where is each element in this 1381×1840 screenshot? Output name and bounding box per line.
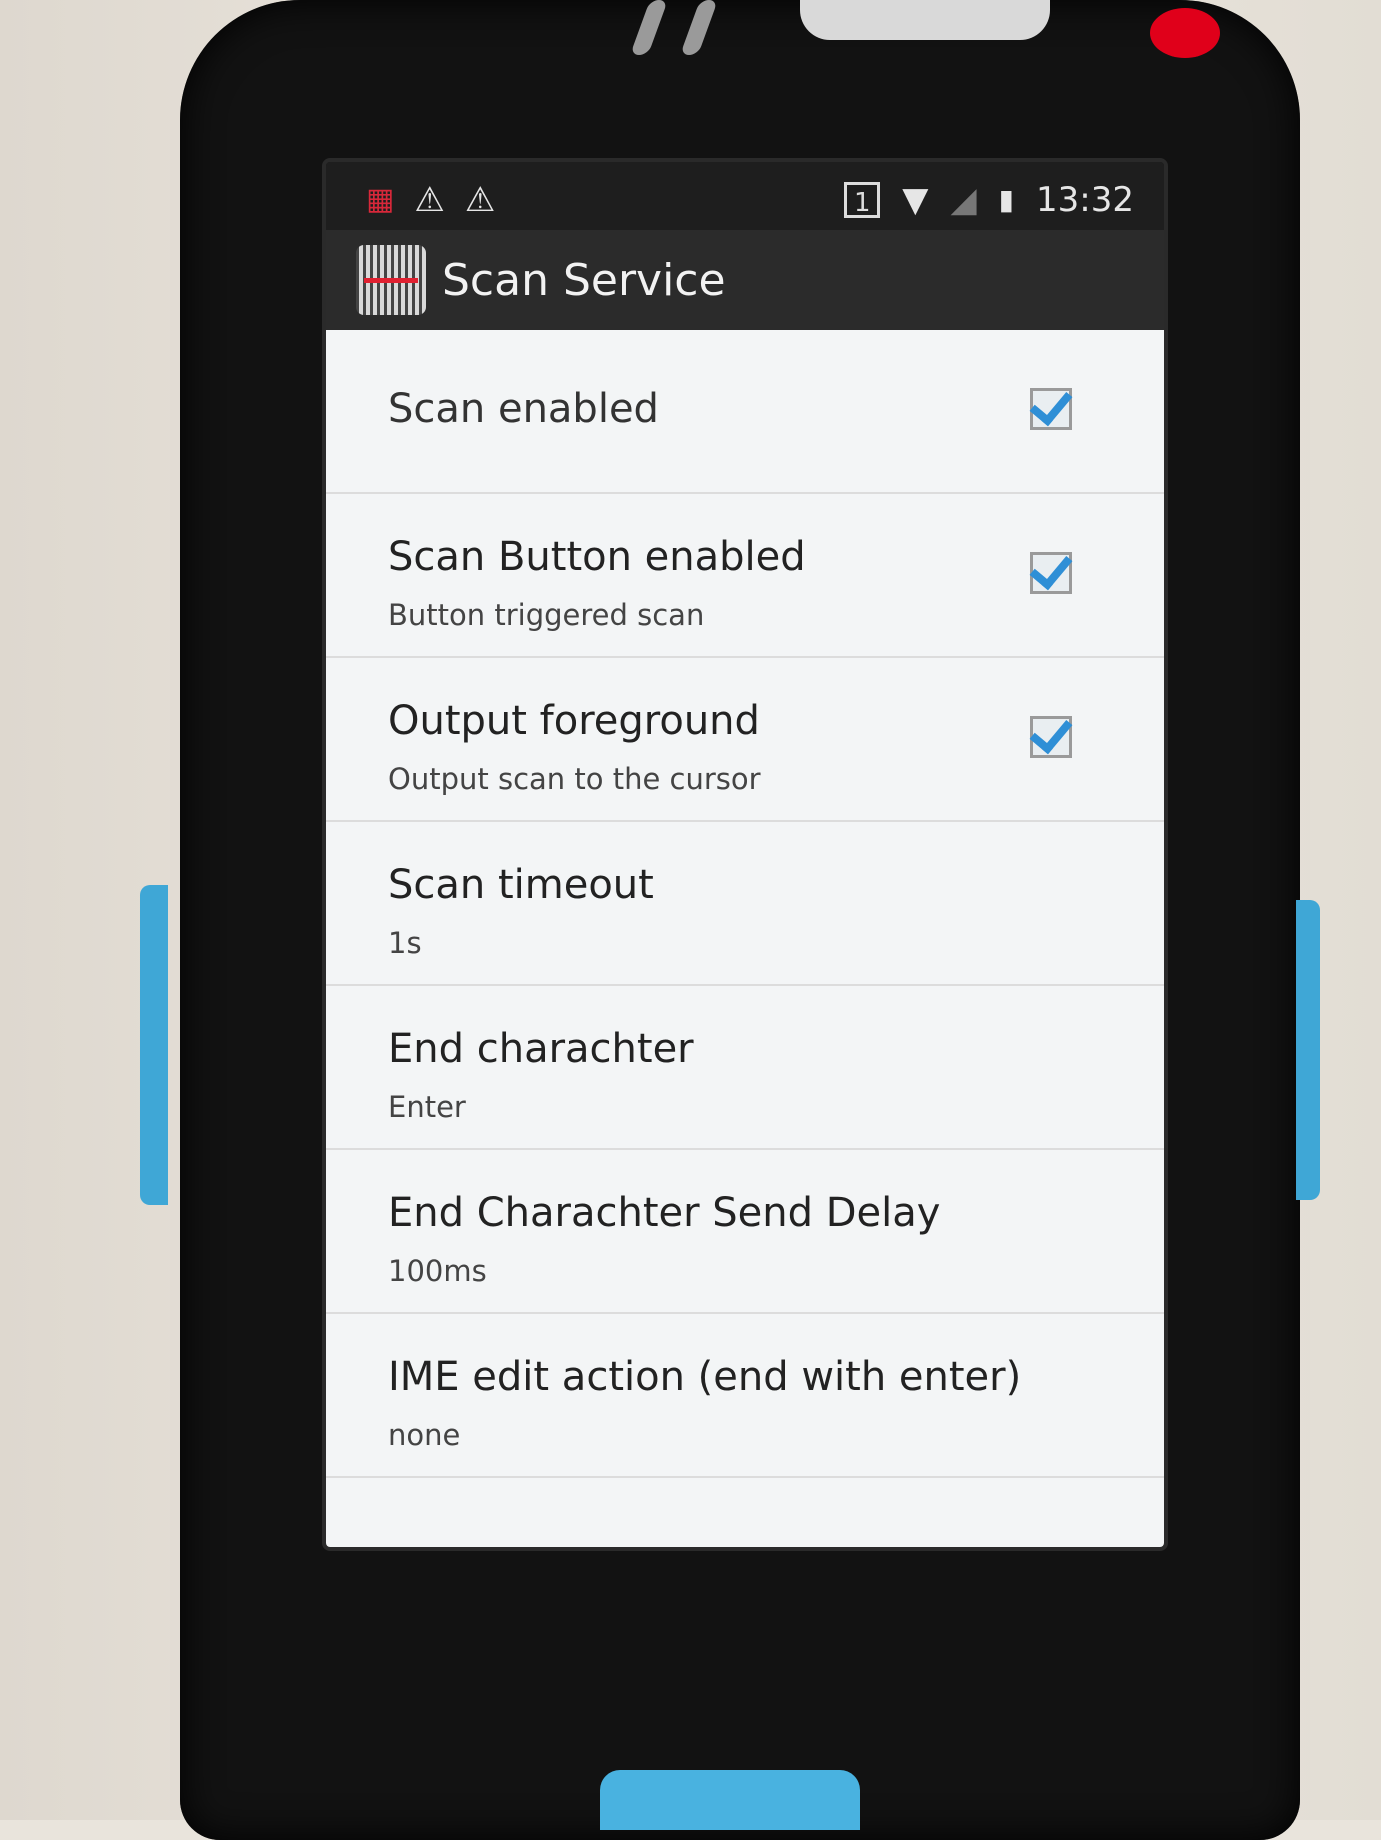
app-title: Scan Service	[442, 254, 726, 306]
scan-button-enabled-checkbox[interactable]	[1029, 545, 1073, 594]
pref-title: Scan Button enabled	[388, 534, 806, 580]
scanner-window	[800, 0, 1050, 40]
status-clock: 13:32	[1036, 180, 1134, 220]
pref-title: Output foreground	[388, 698, 760, 744]
battery-icon: ▮	[998, 183, 1015, 216]
pref-scan-button-enabled[interactable]: Scan Button enabled Button triggered sca…	[326, 494, 1164, 658]
status-bar: ▦ ⚠ ⚠ 1 ▼ ◢ ▮ 13:32	[326, 162, 1164, 230]
pref-ime-edit-action[interactable]: IME edit action (end with enter) none	[326, 1314, 1164, 1478]
pref-scan-enabled[interactable]: Scan enabled	[326, 330, 1164, 494]
warning-icon: ⚠	[464, 180, 496, 220]
checkmark-icon	[1029, 709, 1073, 755]
pref-output-foreground[interactable]: Output foreground Output scan to the cur…	[326, 658, 1164, 822]
pref-title: End charachter	[388, 1026, 694, 1072]
pref-title: Scan enabled	[388, 386, 659, 432]
preference-list: Scan enabled Scan Button enabled Button …	[326, 330, 1164, 1547]
status-notifications: ▦ ⚠ ⚠	[366, 182, 495, 218]
signal-icon: ◢	[950, 180, 977, 220]
sim-icon: 1	[844, 182, 881, 218]
output-foreground-checkbox[interactable]	[1029, 709, 1073, 758]
action-bar: Scan Service	[326, 230, 1164, 330]
pref-summary: 100ms	[388, 1254, 487, 1288]
warning-icon: ⚠	[414, 180, 445, 220]
pref-summary: Button triggered scan	[388, 598, 705, 632]
pref-end-character[interactable]: End charachter Enter	[326, 986, 1164, 1150]
side-scan-button-left[interactable]	[140, 885, 168, 1205]
checkmark-icon	[1029, 545, 1073, 591]
pref-end-character-send-delay[interactable]: End Charachter Send Delay 100ms	[326, 1150, 1164, 1314]
pref-summary: none	[388, 1418, 461, 1452]
pref-title: IME edit action (end with enter)	[388, 1354, 1022, 1400]
indicator-led	[1150, 8, 1220, 58]
side-scan-button-right[interactable]	[1296, 900, 1320, 1200]
pref-title: Scan timeout	[388, 862, 654, 908]
device-screen: ▦ ⚠ ⚠ 1 ▼ ◢ ▮ 13:32 Scan Service Scan en…	[322, 158, 1168, 1551]
wifi-icon: ▼	[902, 180, 929, 220]
status-system: 1 ▼ ◢ ▮ 13:32	[844, 180, 1134, 220]
scanner-laser-line	[364, 278, 418, 283]
scan-enabled-checkbox[interactable]	[1029, 381, 1073, 430]
checkmark-icon	[1029, 381, 1073, 427]
pref-summary: Enter	[388, 1090, 466, 1124]
pref-summary: 1s	[388, 926, 422, 960]
pref-summary: Output scan to the cursor	[388, 762, 761, 796]
pref-title: End Charachter Send Delay	[388, 1190, 941, 1236]
barcode-scanner-icon[interactable]	[356, 245, 426, 315]
barcode-notification-icon: ▦	[366, 182, 395, 217]
speaker-grille	[620, 0, 740, 55]
bottom-trigger-button[interactable]	[600, 1770, 860, 1830]
pref-scan-timeout[interactable]: Scan timeout 1s	[326, 822, 1164, 986]
